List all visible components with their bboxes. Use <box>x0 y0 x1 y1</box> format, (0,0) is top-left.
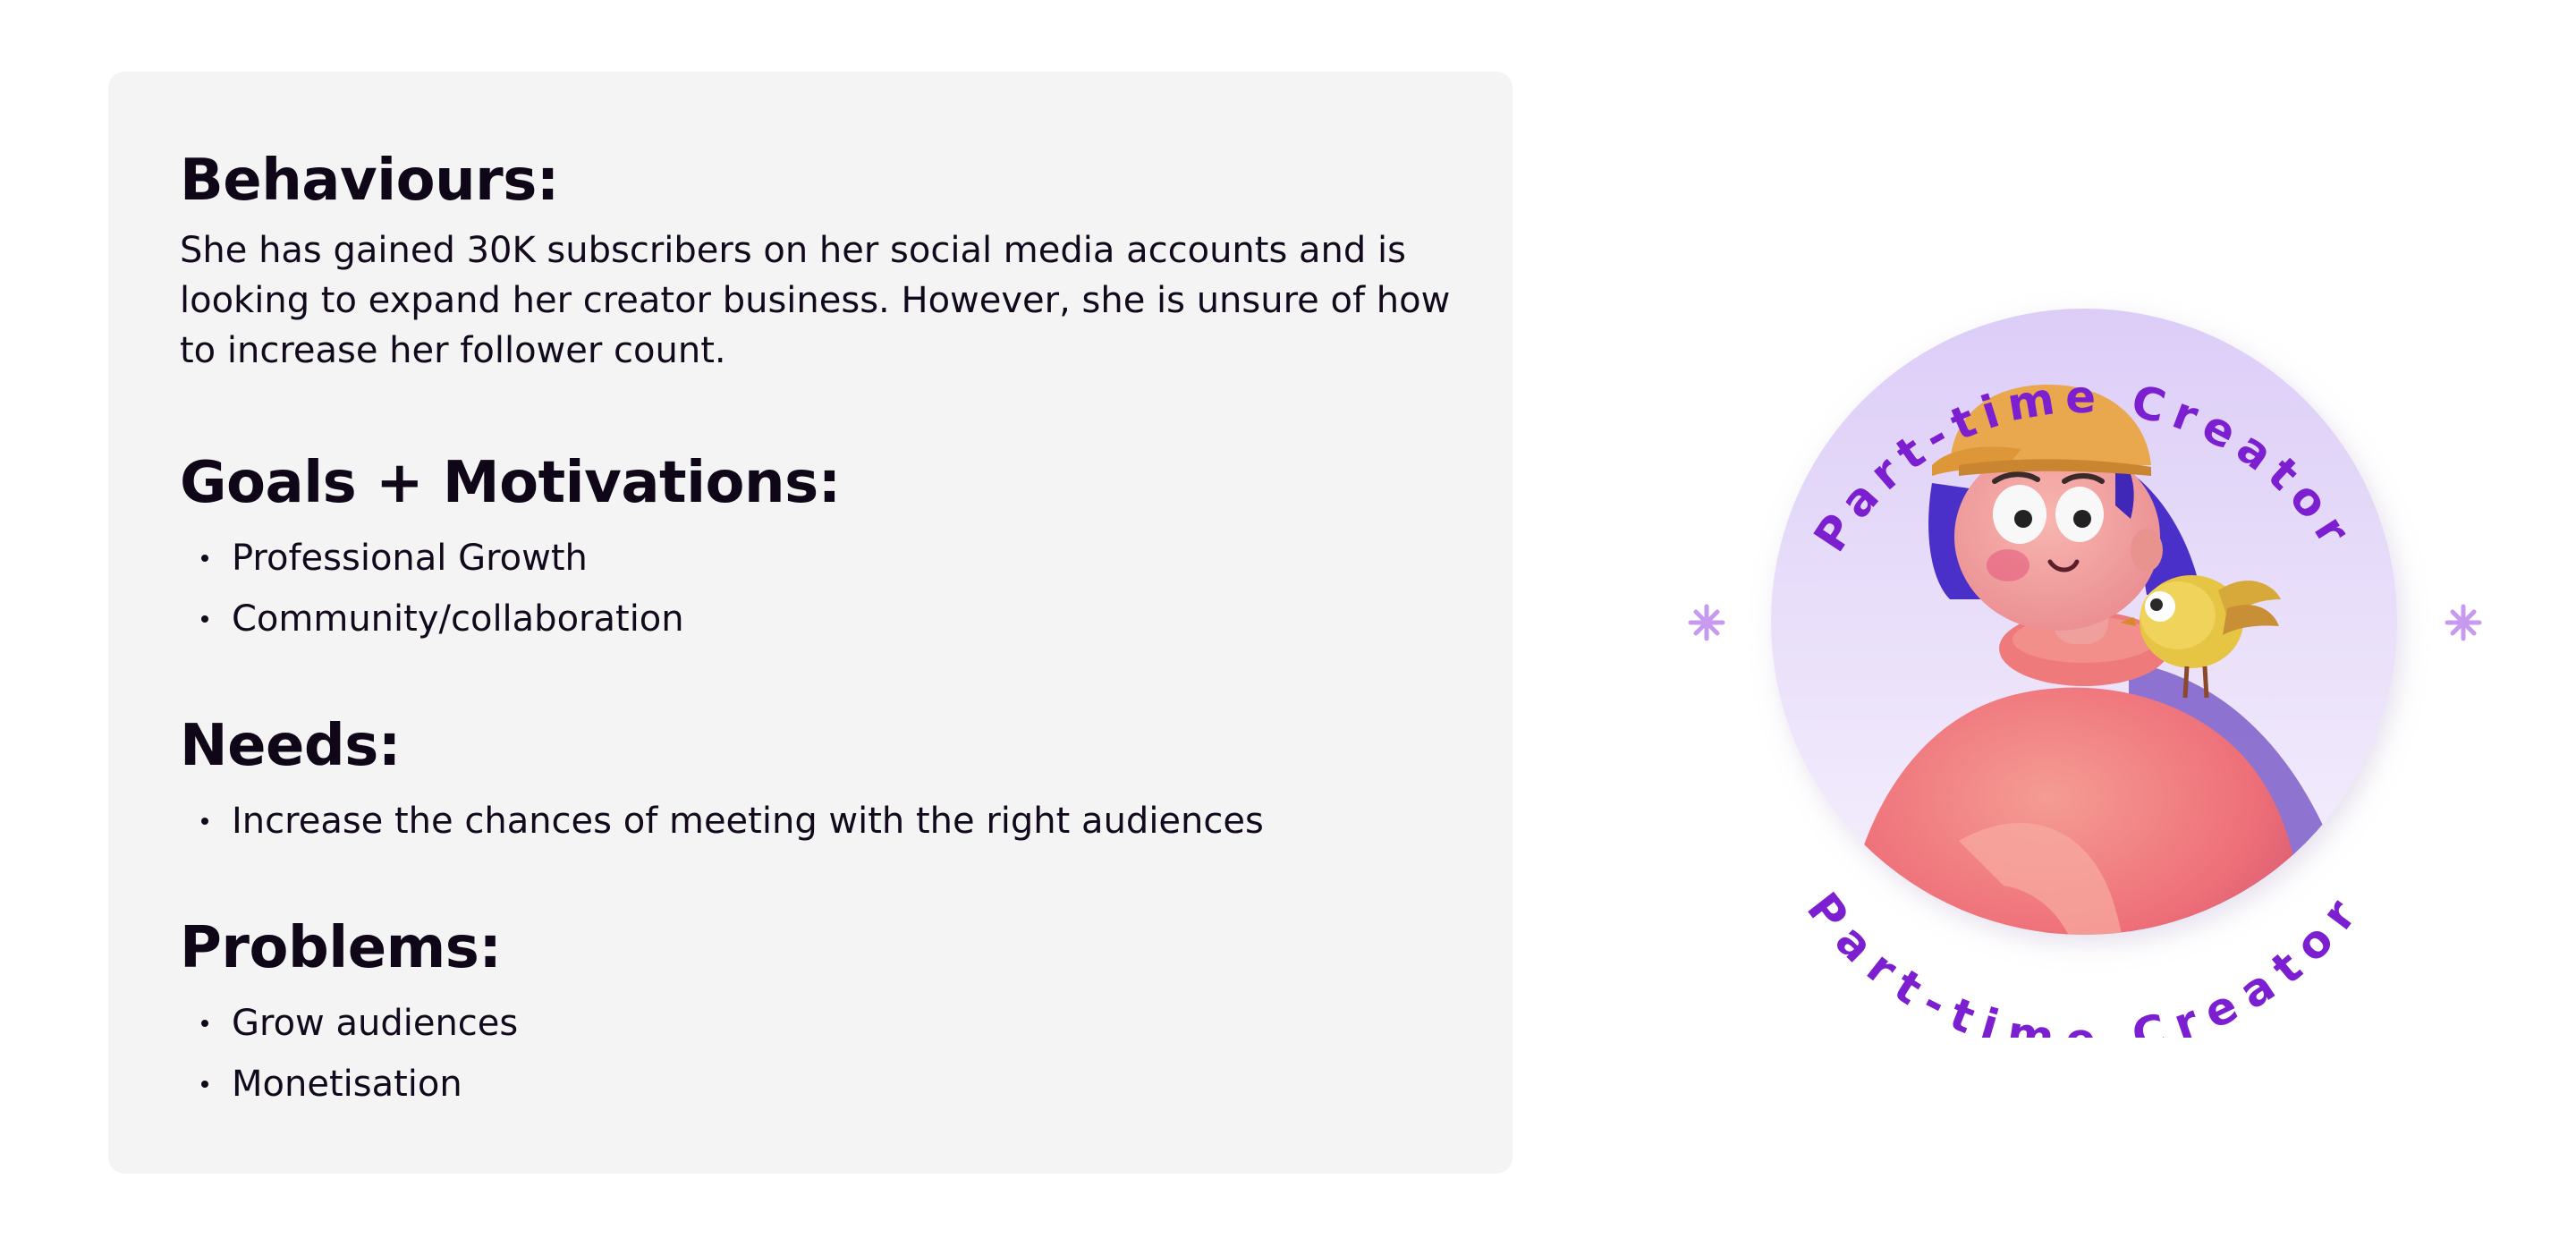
problems-list: Grow audiences Monetisation <box>180 993 518 1115</box>
bullet-icon <box>201 1081 208 1088</box>
persona-avatar-badge: Part-time Creator Part-time Creator <box>1664 197 2504 1038</box>
behaviours-text: She has gained 30K subscribers on her so… <box>180 230 1451 371</box>
goal-item-label: Community/collaboration <box>232 598 684 640</box>
list-item: Professional Growth <box>180 528 841 589</box>
need-item-label: Increase the chances of meeting with the… <box>232 801 1264 842</box>
bullet-icon <box>201 555 208 562</box>
persona-details-card: Behaviours: She has gained 30K subscribe… <box>108 72 1513 1174</box>
needs-section: Needs: Increase the chances of meeting w… <box>180 717 1264 852</box>
behaviours-section: Behaviours: She has gained 30K subscribe… <box>180 152 1459 376</box>
sparkle-icon <box>1688 604 1725 641</box>
problems-section: Problems: Grow audiences Monetisation <box>180 920 518 1115</box>
bullet-icon <box>201 818 208 825</box>
persona-page: Behaviours: She has gained 30K subscribe… <box>0 0 2576 1238</box>
goals-heading: Goals + Motivations: <box>180 450 841 516</box>
sparkle-icon <box>2445 604 2482 641</box>
problem-item-label: Monetisation <box>232 1064 462 1105</box>
avatar-badge-graphic: Part-time Creator Part-time Creator <box>1688 309 2482 1038</box>
problems-heading: Problems: <box>180 915 502 981</box>
needs-list: Increase the chances of meeting with the… <box>180 791 1264 852</box>
list-item: Community/collaboration <box>180 589 841 649</box>
goals-list: Professional Growth Community/collaborat… <box>180 528 841 649</box>
needs-heading: Needs: <box>180 713 401 779</box>
list-item: Increase the chances of meeting with the… <box>180 791 1264 852</box>
bullet-icon <box>201 1020 208 1027</box>
goal-item-label: Professional Growth <box>232 538 588 579</box>
goals-section: Goals + Motivations: Professional Growth… <box>180 454 841 649</box>
list-item: Grow audiences <box>180 993 518 1054</box>
problem-item-label: Grow audiences <box>232 1003 519 1044</box>
list-item: Monetisation <box>180 1054 518 1115</box>
bullet-icon <box>201 615 208 623</box>
behaviours-heading: Behaviours: <box>180 148 559 214</box>
